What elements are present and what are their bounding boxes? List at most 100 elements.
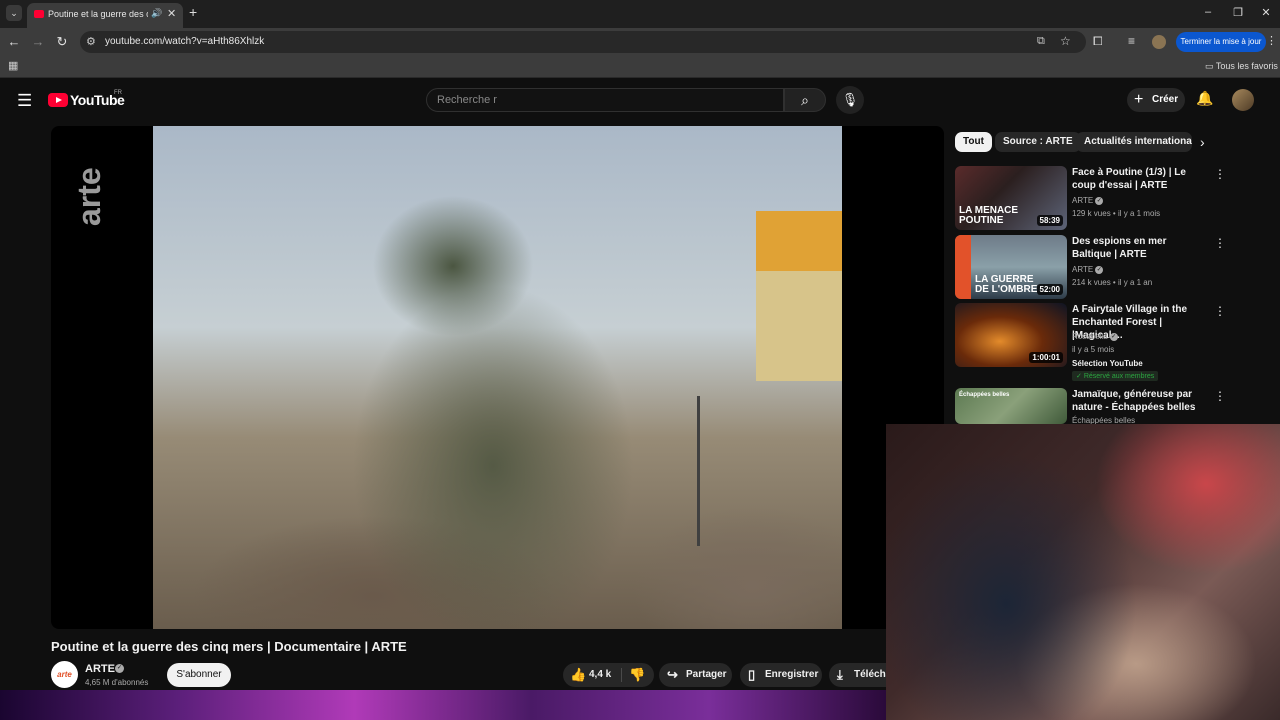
close-window-icon[interactable]: ✕ — [1256, 6, 1276, 19]
hamburger-menu-icon[interactable]: ☰ — [17, 92, 32, 109]
video-title: Poutine et la guerre des cinq mers | Doc… — [51, 639, 407, 654]
voice-search-button[interactable]: 🎙 — [836, 86, 864, 114]
search-icon: ⌕ — [801, 92, 809, 108]
minimize-icon[interactable]: – — [1198, 6, 1218, 18]
youtube-header: ☰ YouTube ⌕ 🎙 + Créer 🔔 — [0, 80, 1280, 124]
tab-title: Poutine et la guerre des cinq mers | Doc… — [48, 9, 148, 19]
recommendation-channel[interactable]: ARTE ✓ — [1072, 196, 1104, 205]
members-only-label: Réservé aux membres — [1083, 373, 1155, 380]
thumbs-up-icon[interactable]: 👍 — [570, 663, 586, 687]
youtube-favicon-icon — [34, 10, 44, 18]
maximize-icon[interactable]: ❐ — [1228, 6, 1248, 19]
save-button[interactable]: ▯ Enregistrer — [740, 663, 822, 687]
save-label: Enregistrer — [765, 669, 819, 680]
recommendation-item[interactable]: Échappées belles Jamaïque, généreuse par… — [955, 388, 1235, 424]
browser-tab[interactable]: Poutine et la guerre des cinq mers | Doc… — [27, 3, 183, 28]
recommendation-channel-name: ARTE — [1072, 265, 1094, 274]
profile-avatar[interactable] — [1152, 35, 1166, 49]
browser-menu-icon[interactable]: ⋮ — [1266, 34, 1277, 47]
recommendation-channel-name: Rosabella — [1072, 332, 1108, 341]
youtube-selection-badge: Sélection YouTube — [1072, 359, 1143, 368]
recommendation-channel[interactable]: Échappées belles — [1072, 416, 1135, 424]
recommendation-title[interactable]: Jamaïque, généreuse par nature - Échappé… — [1072, 388, 1202, 414]
plus-icon: + — [1134, 91, 1144, 108]
more-options-icon[interactable]: ⋮ — [1214, 304, 1226, 318]
video-thumbnail[interactable]: LA GUERRE DE L'OMBRE 52:00 — [955, 235, 1067, 299]
video-scene-building-top — [756, 211, 842, 271]
forward-icon[interactable]: → — [30, 34, 46, 50]
more-options-icon[interactable]: ⋮ — [1214, 389, 1226, 403]
tab-search-icon[interactable]: ⌄ — [6, 5, 22, 21]
apps-grid-icon[interactable]: ▦ — [8, 59, 18, 72]
account-avatar[interactable] — [1232, 89, 1254, 111]
like-count[interactable]: 4,4 k — [589, 663, 611, 687]
subscriber-count: 4,65 M d'abonnés — [85, 678, 149, 687]
folder-icon: ▭ — [1205, 61, 1216, 71]
recommendation-meta: il y a 5 mois — [1072, 345, 1115, 354]
chevron-right-icon[interactable]: › — [1200, 134, 1205, 150]
microphone-icon: 🎙 — [841, 92, 859, 107]
verified-check-icon: ✓ — [1095, 265, 1104, 274]
url-text[interactable]: youtube.com/watch?v=aHth86Xhlzk — [105, 36, 264, 47]
all-bookmarks-button[interactable]: ▭ Tous les favoris — [1205, 61, 1278, 72]
more-options-icon[interactable]: ⋮ — [1214, 167, 1226, 181]
country-code: FR — [114, 90, 122, 96]
video-thumbnail[interactable]: Échappées belles — [955, 388, 1067, 424]
notifications-bell-icon[interactable]: 🔔 — [1196, 90, 1213, 107]
install-app-icon[interactable]: ⧉ — [1037, 35, 1045, 48]
recommendation-channel[interactable]: ARTE ✓ — [1072, 265, 1104, 274]
subscribe-button[interactable]: S'abonner — [167, 663, 231, 687]
share-arrow-icon: ↪ — [667, 667, 678, 682]
chip-source-arte[interactable]: Source : ARTE — [995, 132, 1081, 152]
search-button[interactable]: ⌕ — [784, 88, 826, 112]
channel-name[interactable]: ARTE — [85, 663, 115, 675]
media-controls-icon[interactable]: ≡ — [1128, 34, 1135, 48]
audio-playing-icon[interactable]: 🔊 — [151, 8, 162, 19]
video-frame[interactable] — [153, 126, 842, 629]
chip-all[interactable]: Tout — [955, 132, 992, 152]
download-icon: ⤓ — [837, 667, 843, 682]
recommendation-channel-name: ARTE — [1072, 196, 1094, 205]
share-label: Partager — [686, 669, 727, 680]
recommendation-item[interactable]: 1:00:01 A Fairytale Village in the Encha… — [955, 303, 1235, 383]
webcam-overlay — [886, 424, 1280, 720]
address-bar[interactable]: ⚙ youtube.com/watch?v=aHth86Xhlzk ⧉ ☆ — [80, 31, 1086, 53]
extensions-icon[interactable]: ⧠ — [1093, 34, 1103, 49]
recommendation-channel[interactable]: Rosabella ✓ — [1072, 332, 1118, 341]
share-button[interactable]: ↪ Partager — [659, 663, 732, 687]
back-icon[interactable]: ← — [6, 34, 22, 50]
channel-avatar[interactable]: arte — [51, 661, 78, 688]
reload-icon[interactable]: ↻ — [54, 34, 70, 50]
more-options-icon[interactable]: ⋮ — [1214, 236, 1226, 250]
browser-tab-bar: ⌄ Poutine et la guerre des cinq mers | D… — [0, 0, 1280, 28]
browser-toolbar: ← → ↻ ⚙ youtube.com/watch?v=aHth86Xhlzk … — [0, 28, 1280, 56]
recommendation-item[interactable]: LA GUERRE DE L'OMBRE 52:00 Des espions e… — [955, 235, 1235, 301]
create-label: Créer — [1152, 94, 1179, 105]
search-input[interactable] — [427, 89, 783, 111]
chip-international-news[interactable]: Actualités internationales — [1076, 132, 1192, 152]
close-tab-icon[interactable]: ✕ — [167, 7, 176, 20]
members-check-icon: ✓ — [1076, 373, 1084, 380]
video-thumbnail[interactable]: 1:00:01 — [955, 303, 1067, 367]
overlay-graphic-strip — [0, 690, 886, 720]
update-button[interactable]: Terminer la mise à jour — [1176, 32, 1266, 52]
thumbnail-caption: LA MENACE POUTINE — [959, 205, 1019, 226]
new-tab-icon[interactable]: + — [189, 5, 197, 19]
recommendation-title[interactable]: Face à Poutine (1/3) | Le coup d'essai |… — [1072, 166, 1202, 192]
video-duration: 1:00:01 — [1029, 352, 1063, 363]
bookmark-star-icon[interactable]: ☆ — [1060, 34, 1071, 48]
search-box[interactable] — [426, 88, 784, 112]
video-player[interactable]: arte — [51, 126, 944, 629]
recommendation-title[interactable]: Des espions en mer Baltique | ARTE — [1072, 235, 1202, 261]
create-button[interactable]: + Créer — [1127, 88, 1185, 112]
bookmarks-bar: ▦ ▭ Tous les favoris — [0, 56, 1280, 78]
arte-watermark: arte — [71, 167, 107, 226]
video-duration: 58:39 — [1036, 215, 1063, 226]
recommendation-item[interactable]: LA MENACE POUTINE 58:39 Face à Poutine (… — [955, 166, 1235, 232]
thumbnail-caption: Échappées belles — [959, 392, 1010, 398]
site-info-icon[interactable]: ⚙ — [86, 35, 96, 48]
recommendation-meta: 129 k vues • il y a 1 mois — [1072, 209, 1161, 218]
video-thumbnail[interactable]: LA MENACE POUTINE 58:39 — [955, 166, 1067, 230]
thumbs-down-icon[interactable]: 👎 — [629, 663, 645, 687]
like-divider — [621, 668, 622, 682]
